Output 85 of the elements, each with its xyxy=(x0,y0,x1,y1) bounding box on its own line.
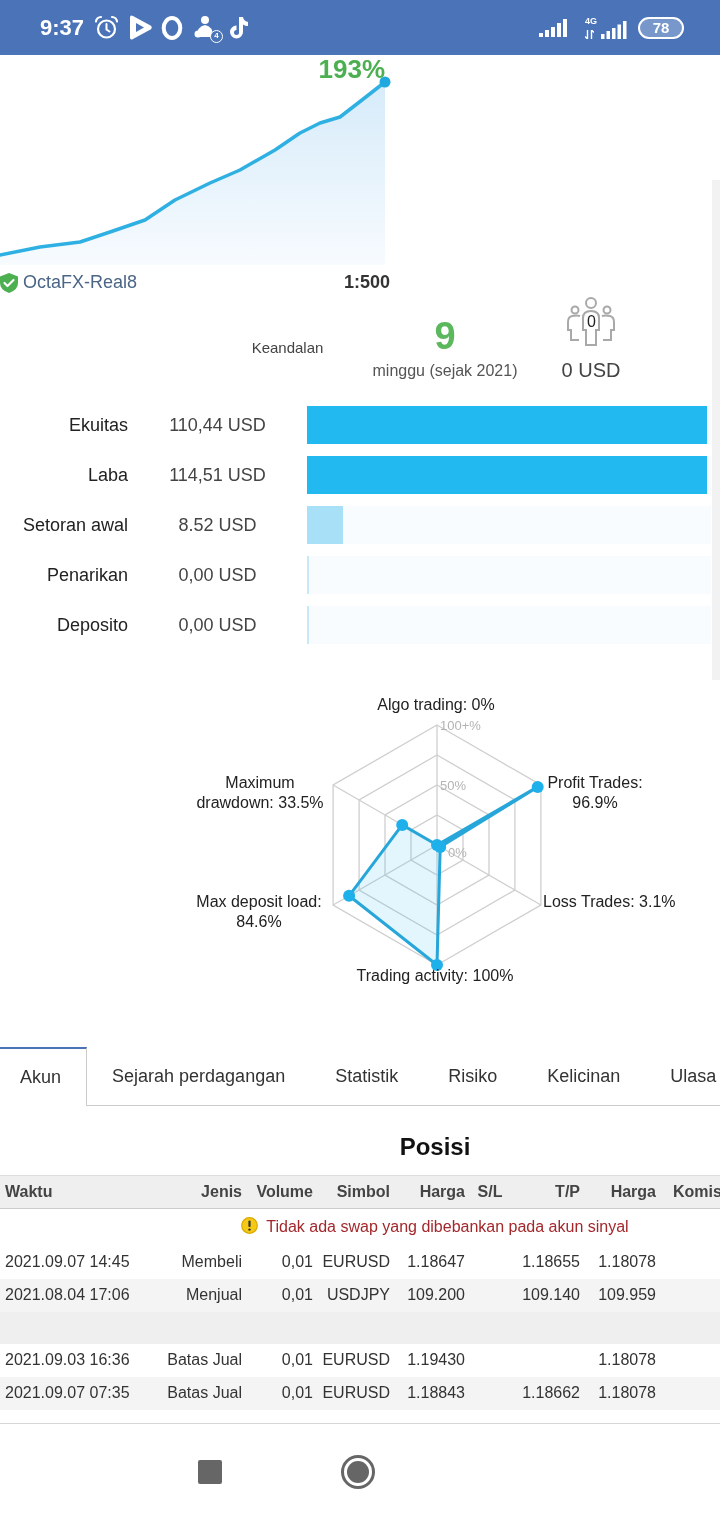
network-type: 4G xyxy=(585,16,597,26)
music-note-icon xyxy=(229,15,251,40)
data-arrows-icon xyxy=(585,30,594,39)
scale-label: 50% xyxy=(440,777,467,793)
signal-icon xyxy=(539,18,569,37)
table-cell: 1.18078 xyxy=(583,1343,659,1377)
notification-count: 4 xyxy=(210,29,224,43)
table-cell: 1.19430 xyxy=(393,1343,468,1377)
play-icon xyxy=(127,14,154,41)
table-cell: 2021.09.07 07:35 xyxy=(0,1376,150,1410)
table-cell-text: 0,01 xyxy=(280,1252,314,1272)
section-title: Posisi xyxy=(398,1132,472,1162)
alarm-clock-icon xyxy=(94,15,120,40)
column-header: Volume xyxy=(245,1175,316,1209)
balance-label: Setoran awal xyxy=(21,513,128,537)
balance-label: Deposito xyxy=(55,613,128,637)
table-cell: USDJPY xyxy=(316,1278,393,1312)
table-cell: 109.959 xyxy=(583,1278,659,1312)
status-time: 9:37 xyxy=(40,14,85,42)
column-header: S/L xyxy=(468,1175,512,1209)
table-cell-text: EURUSD xyxy=(321,1252,391,1272)
balance-label: Penarikan xyxy=(45,563,128,587)
table-cell-text: 2021.09.07 14:45 xyxy=(4,1252,131,1272)
axis-label: Max deposit load: 84.6% xyxy=(195,892,323,932)
table-cell: 1.18662 xyxy=(512,1376,583,1410)
signal-icon xyxy=(601,21,627,39)
radar-point xyxy=(434,840,447,853)
table-cell: 0,01 xyxy=(245,1376,316,1410)
column-header: Harga xyxy=(393,1175,468,1209)
notice-text: Tidak ada swap yang dibebankan pada akun sinyal xyxy=(266,1218,629,1236)
battery-indicator: 78 xyxy=(638,16,684,39)
radar-point xyxy=(431,959,443,971)
verified-shield-icon xyxy=(0,272,18,293)
balance-value: 114,51 USD xyxy=(168,463,267,487)
table-cell: 109.200 xyxy=(393,1278,468,1312)
table-cell: EURUSD xyxy=(316,1376,393,1410)
table-cell: 2021.08.04 17:06 xyxy=(0,1278,150,1312)
scale-label: 100+% xyxy=(440,717,481,733)
table-cell-text: 1.18078 xyxy=(597,1252,657,1272)
server-name[interactable]: OctaFX-Real8 xyxy=(23,269,138,296)
reliability-label: Keandalan xyxy=(251,339,324,356)
tab[interactable]: Akun xyxy=(0,1047,88,1106)
radar-point xyxy=(343,889,356,902)
subscriber-count: 0 xyxy=(587,313,596,331)
subscription-price: 0 USD xyxy=(561,358,621,383)
scale-label: 0% xyxy=(448,844,467,860)
table-cell: Menjual xyxy=(150,1278,245,1312)
column-header: Jenis xyxy=(150,1175,245,1209)
table-cell: 0,01 xyxy=(245,1278,316,1312)
table-cell-text: Membeli xyxy=(180,1252,243,1272)
balance-value: 0,00 USD xyxy=(177,563,258,587)
warning-icon xyxy=(241,1217,259,1235)
weeks-count: 9 xyxy=(434,316,456,356)
table-cell: 109.140 xyxy=(512,1278,583,1312)
radar-point xyxy=(396,818,409,831)
table-cell: Batas Jual xyxy=(150,1343,245,1377)
balance-label: Ekuitas xyxy=(67,413,128,437)
axis-label: Trading activity: 100% xyxy=(355,966,515,986)
people-icon xyxy=(566,297,616,347)
ring-icon xyxy=(161,15,184,40)
table-cell: 2021.09.03 16:36 xyxy=(0,1343,150,1377)
table-cell: 1.18078 xyxy=(583,1376,659,1410)
table-cell: 1.18843 xyxy=(393,1376,468,1410)
balance-value: 8.52 USD xyxy=(177,513,258,537)
column-header: Simbol xyxy=(316,1175,393,1209)
balance-value: 110,44 USD xyxy=(168,413,267,437)
axis-label: Profit Trades: 96.9% xyxy=(546,773,644,813)
column-header: Harga xyxy=(583,1175,659,1209)
balance-label: Laba xyxy=(86,463,128,487)
column-header: T/P xyxy=(512,1175,583,1209)
home-icon[interactable] xyxy=(341,1455,375,1489)
table-cell: 0,01 xyxy=(245,1343,316,1377)
table-cell: Batas Jual xyxy=(150,1376,245,1410)
table-cell: EURUSD xyxy=(316,1343,393,1377)
table-cell-text: 1.18655 xyxy=(521,1252,581,1272)
weeks-caption: minggu (sejak 2021) xyxy=(372,361,518,381)
radar-point xyxy=(531,780,544,793)
column-header: Waktu xyxy=(0,1175,150,1209)
axis-label: Maximum drawdown: 33.5% xyxy=(195,773,325,813)
growth-percent: 193% xyxy=(318,55,385,83)
table-cell-text: 1.18647 xyxy=(406,1252,466,1272)
balance-value: 0,00 USD xyxy=(177,613,258,637)
axis-label: Algo trading: 0% xyxy=(376,695,496,715)
axis-label: Loss Trades: 3.1% xyxy=(543,892,676,912)
leverage-value: 1:500 xyxy=(344,271,391,294)
